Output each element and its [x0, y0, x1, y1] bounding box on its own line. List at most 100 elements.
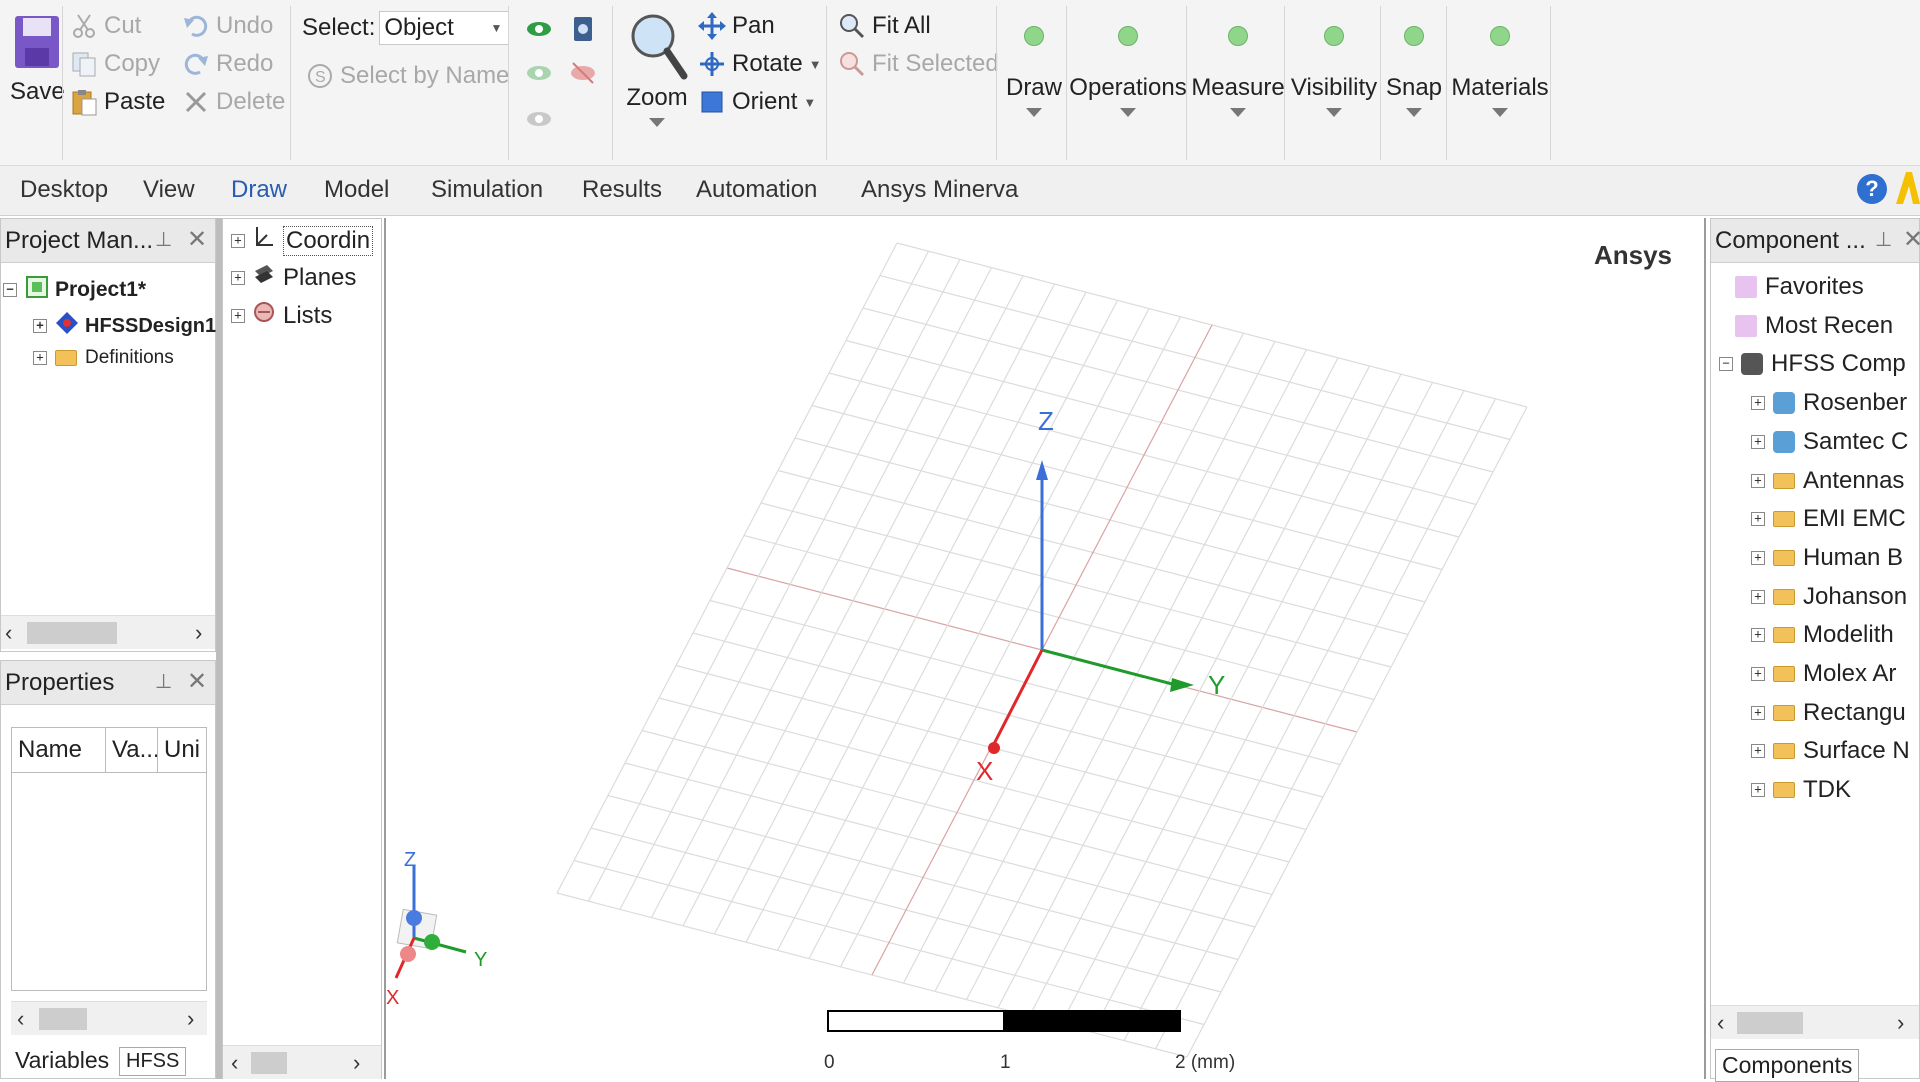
hide-selected-icon[interactable] — [568, 58, 598, 93]
fit-selected-button[interactable]: Fit Selected — [838, 46, 999, 82]
component-item[interactable]: Most Recen — [1735, 312, 1893, 340]
operations-menu-button[interactable]: Operations — [1069, 26, 1187, 117]
rotate-button[interactable]: Rotate ▼ — [698, 46, 822, 82]
scroll-thumb[interactable] — [27, 622, 117, 644]
delete-button[interactable]: Delete — [182, 84, 285, 120]
close-icon[interactable]: ✕ — [1903, 225, 1920, 254]
component-item[interactable]: + Molex Ar — [1751, 660, 1896, 688]
pin-icon[interactable]: ⊥ — [155, 669, 172, 694]
fit-all-button[interactable]: Fit All — [838, 8, 931, 44]
expand-icon[interactable]: + — [231, 270, 245, 285]
show-all-icon[interactable] — [568, 14, 598, 49]
expand-icon[interactable]: + — [33, 319, 47, 333]
show-icon[interactable] — [524, 14, 554, 49]
expand-icon[interactable]: + — [1751, 550, 1765, 565]
component-item[interactable]: + EMI EMC — [1751, 505, 1906, 533]
3d-modeler-viewport[interactable]: Ansys Z Y X Z Y X 0 1 2 (mm) — [384, 218, 1706, 1079]
tree-item-coordinate-systems[interactable]: + Coordin — [231, 225, 374, 256]
pan-button[interactable]: Pan — [698, 8, 775, 44]
component-item[interactable]: + Surface N — [1751, 737, 1910, 765]
scroll-right-icon[interactable]: › — [353, 1050, 360, 1076]
tab-model[interactable]: Model — [324, 176, 389, 204]
tab-results[interactable]: Results — [582, 176, 662, 204]
component-item[interactable]: + Modelith — [1751, 621, 1894, 649]
show-selected-icon[interactable] — [524, 58, 554, 93]
column-unit[interactable]: Uni — [158, 728, 206, 772]
component-item[interactable]: + Rectangu — [1751, 699, 1906, 727]
close-icon[interactable]: ✕ — [187, 225, 207, 254]
orient-button[interactable]: Orient ▼ — [698, 84, 816, 120]
column-value[interactable]: Va... — [106, 728, 158, 772]
tab-variables[interactable]: Variables — [9, 1045, 115, 1076]
measure-menu-button[interactable]: Measure — [1190, 26, 1286, 117]
scroll-right-icon[interactable]: › — [195, 620, 202, 646]
component-item[interactable]: + Samtec C — [1751, 428, 1908, 456]
expand-icon[interactable]: + — [231, 308, 245, 323]
zoom-button[interactable]: Zoom — [626, 10, 688, 127]
tab-view[interactable]: View — [143, 176, 195, 204]
component-item[interactable]: Favorites — [1735, 273, 1864, 301]
tree-item-project[interactable]: − Project1* — [3, 275, 146, 305]
scroll-thumb[interactable] — [251, 1052, 287, 1074]
expand-icon[interactable]: + — [1751, 783, 1765, 798]
close-icon[interactable]: ✕ — [187, 667, 207, 696]
paste-button[interactable]: Paste — [70, 84, 165, 120]
select-mode-dropdown[interactable]: Object ▼ — [379, 11, 510, 45]
tab-ansys-minerva[interactable]: Ansys Minerva — [861, 176, 1018, 204]
expand-icon[interactable]: + — [1751, 396, 1765, 411]
tree-item-planes[interactable]: + Planes — [231, 263, 356, 292]
component-item[interactable]: + Antennas — [1751, 467, 1904, 495]
column-name[interactable]: Name — [12, 728, 106, 772]
expand-icon[interactable]: + — [1751, 628, 1765, 643]
scroll-left-icon[interactable]: ‹ — [5, 620, 12, 646]
tree-item-lists[interactable]: + Lists — [231, 301, 332, 330]
redo-button[interactable]: Redo — [182, 46, 273, 82]
expand-icon[interactable]: + — [1751, 473, 1765, 488]
copy-button[interactable]: Copy — [70, 46, 160, 82]
cut-button[interactable]: Cut — [70, 8, 141, 44]
scroll-right-icon[interactable]: › — [1897, 1010, 1904, 1036]
scroll-right-icon[interactable]: › — [187, 1006, 194, 1032]
component-item[interactable]: + Human B — [1751, 544, 1903, 572]
visibility-menu-button[interactable]: Visibility — [1288, 26, 1380, 117]
scroll-left-icon[interactable]: ‹ — [231, 1050, 238, 1076]
tab-draw[interactable]: Draw — [231, 176, 287, 204]
expand-icon[interactable]: + — [1751, 705, 1765, 720]
expand-icon[interactable]: + — [1751, 434, 1765, 449]
draw-menu-button[interactable]: Draw — [1004, 26, 1064, 117]
snap-menu-button[interactable]: Snap — [1384, 26, 1444, 117]
tab-desktop[interactable]: Desktop — [20, 176, 108, 204]
collapse-icon[interactable]: − — [1719, 357, 1733, 372]
expand-icon[interactable]: + — [33, 351, 47, 365]
model-tree-scrollbar[interactable]: ‹ › — [223, 1045, 381, 1079]
component-item[interactable]: + Johanson — [1751, 583, 1907, 611]
scroll-left-icon[interactable]: ‹ — [1717, 1010, 1724, 1036]
tab-hfss[interactable]: HFSS — [119, 1047, 187, 1076]
tab-automation[interactable]: Automation — [696, 176, 817, 204]
component-item[interactable]: − HFSS Comp — [1719, 350, 1906, 378]
component-item[interactable]: + TDK — [1751, 776, 1851, 804]
expand-icon[interactable]: + — [1751, 589, 1765, 604]
scroll-thumb[interactable] — [39, 1008, 87, 1030]
expand-icon[interactable]: + — [1751, 744, 1765, 759]
collapse-icon[interactable]: − — [3, 283, 17, 297]
help-icon[interactable]: ? — [1857, 174, 1887, 204]
tree-item-design[interactable]: + HFSSDesign1 — [33, 311, 216, 341]
pin-icon[interactable]: ⊥ — [155, 227, 172, 252]
save-button[interactable]: Save — [10, 14, 65, 106]
hide-icon[interactable] — [524, 104, 554, 139]
materials-menu-button[interactable]: Materials — [1450, 26, 1550, 117]
tab-components[interactable]: Components — [1715, 1049, 1860, 1082]
undo-button[interactable]: Undo — [182, 8, 273, 44]
expand-icon[interactable]: + — [1751, 512, 1765, 527]
properties-scrollbar[interactable]: ‹ › — [11, 1001, 207, 1035]
scroll-left-icon[interactable]: ‹ — [17, 1006, 24, 1032]
component-scrollbar[interactable]: ‹ › — [1711, 1005, 1919, 1039]
expand-icon[interactable]: + — [1751, 667, 1765, 681]
scroll-thumb[interactable] — [1737, 1012, 1803, 1034]
component-item[interactable]: + Rosenber — [1751, 389, 1907, 417]
tree-item-definitions[interactable]: + Definitions — [33, 347, 174, 369]
orientation-triad[interactable]: Z Y X — [386, 849, 487, 1009]
expand-icon[interactable]: + — [231, 233, 245, 248]
pin-icon[interactable]: ⊥ — [1875, 227, 1892, 252]
